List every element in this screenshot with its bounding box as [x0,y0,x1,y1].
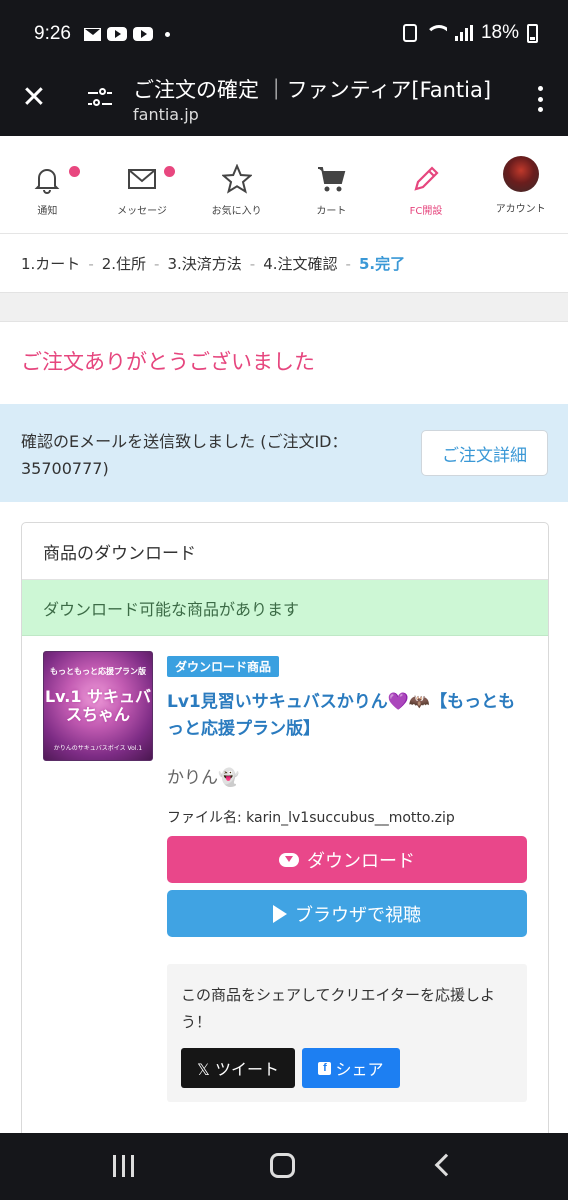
mail-icon [128,169,156,189]
avatar [502,156,539,192]
site-settings-icon[interactable] [88,86,112,110]
more-notifications-icon [165,31,170,37]
status-time: 9:26 [34,23,71,44]
notification-icons [84,27,170,41]
status-bar: 9:26 18% [0,0,568,64]
mail-notification-icon [84,27,101,41]
breadcrumb-step-confirm: 4.注文確認 [263,255,338,273]
breadcrumb-separator: - [345,254,351,273]
signal-icon [454,25,473,41]
download-card: 商品のダウンロード ダウンロード可能な商品があります もっともっと応援プラン版 … [21,522,549,1142]
breadcrumb-step-complete: 5.完了 [358,255,406,273]
browser-toolbar: ✕ ご注文の確定 ｜ファンティア[Fantia] fantia.jp [0,64,568,136]
cloud-download-icon [279,852,299,867]
nav-label: FC開設 [409,206,443,217]
thumbnail-main-text: Lv.1 サキュバスちゃん [44,687,152,724]
download-available-alert: ダウンロード可能な商品があります [22,580,548,636]
page-title: ご注文の確定 ｜ファンティア[Fantia] [133,78,492,102]
download-button[interactable]: ダウンロード [167,836,527,883]
star-icon [221,164,252,194]
youtube-notification-icon [107,27,127,41]
breadcrumb-separator: - [249,254,256,273]
order-info-banner: 確認のEメールを送信致しました (ご注文ID：35700777) ご注文詳細 [0,404,568,502]
section-divider [0,292,568,322]
tweet-button[interactable]: 𝕏 ツイート [181,1048,295,1088]
nav-account[interactable]: アカウント [473,136,568,233]
more-menu-icon[interactable] [538,86,544,112]
pencil-icon [414,166,439,191]
share-box: この商品をシェアしてクリエイターを応援しよう！ 𝕏 ツイート f シェア [167,964,527,1102]
system-icons: 18% [402,22,538,44]
breadcrumb-step-cart: 1.カート [21,255,81,273]
nav-label: お気に入り [211,206,262,217]
order-detail-button[interactable]: ご注文詳細 [421,430,548,476]
system-nav-bar [0,1133,568,1200]
site-nav: 通知 メッセージ お気に入り カート FC開設 アカウント [0,136,568,234]
battery-icon [527,23,538,43]
tweet-button-label: 𝕏 ツイート [197,1060,279,1079]
facebook-icon: f [318,1061,332,1075]
nav-label: 通知 [37,206,58,217]
nav-cart[interactable]: カート [284,136,379,233]
cart-icon [318,167,346,192]
nav-label: メッセージ [117,206,167,217]
close-icon[interactable]: ✕ [20,83,48,113]
battery-percent: 18% [480,22,519,43]
share-button-label: シェア [335,1060,384,1079]
email-sent-message: 確認のEメールを送信致しました (ご注文ID：35700777) [21,432,348,478]
breadcrumb-step-payment: 3.決済方法 [167,255,242,273]
bell-icon [34,169,60,194]
home-icon[interactable] [270,1153,295,1178]
view-button-label: ブラウザで視聴 [295,904,421,926]
view-in-browser-button[interactable]: ブラウザで視聴 [167,890,527,937]
wifi-icon [424,25,447,41]
thank-you-heading: ご注文ありがとうございました [21,350,315,374]
breadcrumb: 1.カート - 2.住所 - 3.決済方法 - 4.注文確認 - 5.完了 [0,235,568,292]
nav-fc-open[interactable]: FC開設 [379,136,474,233]
back-icon[interactable] [434,1153,458,1177]
download-card-header: 商品のダウンロード [22,523,548,580]
file-name: ファイル名: karin_lv1succubus__motto.zip [167,810,455,826]
breadcrumb-separator: - [154,254,160,273]
product-title-link[interactable]: Lv1見習いサキュバスかりん💜🦇【もっともっと応援プラン版】 [167,689,532,743]
creator-name[interactable]: かりん👻 [167,763,239,788]
nav-label: カート [316,206,347,217]
recent-apps-icon[interactable] [113,1155,134,1177]
nav-label: アカウント [495,204,546,215]
message-badge [163,166,175,177]
recycle-icon [402,24,417,42]
thumbnail-top-text: もっともっと応援プラン版 [50,667,146,676]
download-product-tag: ダウンロード商品 [167,656,280,677]
nav-favorites[interactable]: お気に入り [189,136,284,233]
page-domain: fantia.jp [133,105,199,124]
breadcrumb-separator: - [88,254,94,273]
nav-notifications[interactable]: 通知 [0,136,95,233]
download-button-label: ダウンロード [307,850,415,872]
thumbnail-bottom-text: かりんのサキュバスボイス Vol.1 [53,745,143,752]
play-icon [273,904,287,923]
share-prompt: この商品をシェアしてクリエイターを応援しよう！ [181,986,495,1031]
breadcrumb-step-address: 2.住所 [101,255,147,273]
product-thumbnail[interactable]: もっともっと応援プラン版 Lv.1 サキュバスちゃん かりんのサキュバスボイス … [43,651,153,761]
youtube-notification-icon [133,27,153,41]
facebook-share-button[interactable]: f シェア [302,1048,400,1088]
nav-messages[interactable]: メッセージ [95,136,190,233]
notification-badge [69,166,80,177]
